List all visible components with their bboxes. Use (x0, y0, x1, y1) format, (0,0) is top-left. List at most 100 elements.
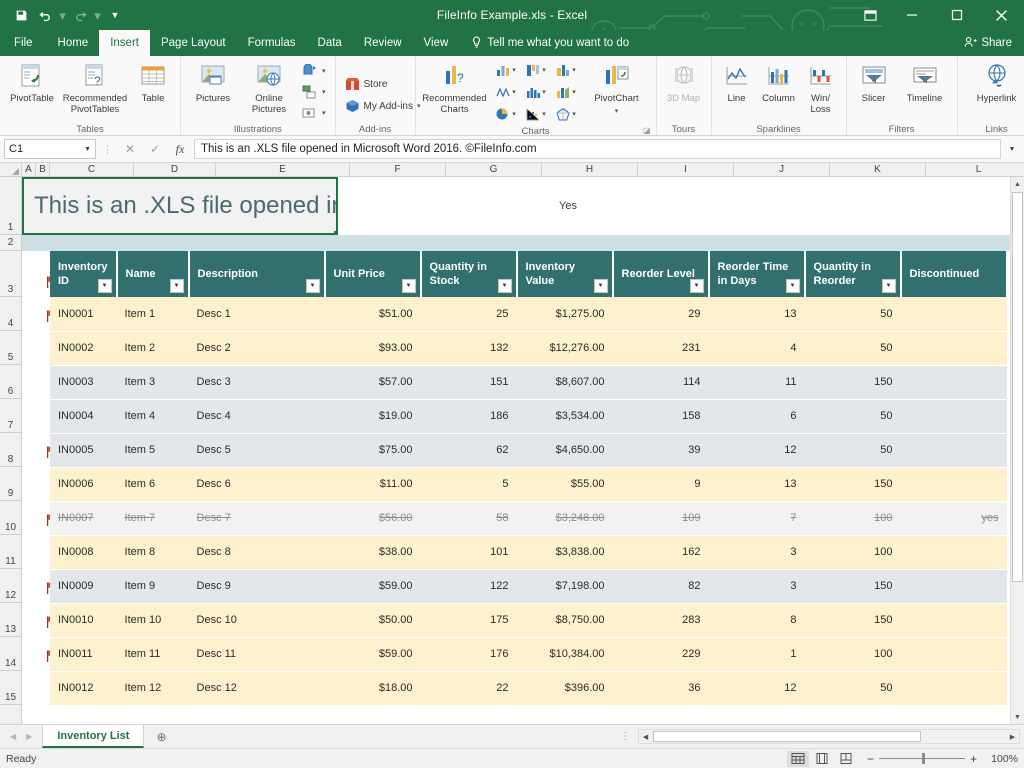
filter-dropdown-quantity-in-stock[interactable]: ▼ (498, 279, 512, 293)
confirm-entry-button[interactable]: ✓ (144, 139, 166, 159)
column-name[interactable]: Name▼ (117, 251, 189, 297)
cell-unit-price-8[interactable]: $38.00 (325, 535, 421, 569)
cell-inventory-value-5[interactable]: $4,650.00 (517, 433, 613, 467)
cell-discontinued-7[interactable]: yes (901, 501, 1007, 535)
cell-name-7[interactable]: Item 7 (117, 501, 189, 535)
sparkline-winloss-button[interactable]: Win/ Loss (801, 59, 841, 117)
cell-name-8[interactable]: Item 8 (117, 535, 189, 569)
cell-reorder-level-1[interactable]: 29 (613, 297, 709, 331)
share-button[interactable]: Share (964, 30, 1024, 56)
cell-quantity-in-stock-12[interactable]: 22 (421, 671, 517, 705)
cell-quantity-in-stock-4[interactable]: 186 (421, 399, 517, 433)
close-icon[interactable] (979, 0, 1024, 30)
filter-dropdown-inventory-value[interactable]: ▼ (594, 279, 608, 293)
cell-name-5[interactable]: Item 5 (117, 433, 189, 467)
table-row[interactable]: IN0005Item 5Desc 5$75.0062$4,650.0039125… (50, 433, 1007, 467)
filter-dropdown-inventory-id[interactable]: ▼ (98, 279, 112, 293)
cell-inventory-value-2[interactable]: $12,276.00 (517, 331, 613, 365)
cell-reorder-level-4[interactable]: 158 (613, 399, 709, 433)
column-header-I[interactable]: I (638, 163, 734, 177)
bar-chart-button[interactable]: ▾ (521, 63, 551, 77)
cell-reorder-time-in-days-5[interactable]: 12 (709, 433, 805, 467)
cell-unit-price-5[interactable]: $75.00 (325, 433, 421, 467)
hierarchy-chart-button[interactable]: ▾ (551, 63, 581, 77)
column-header-L[interactable]: L (926, 163, 1024, 177)
ribbon-display-options-icon[interactable] (851, 0, 889, 30)
hierarchy-chart-caret-icon[interactable]: ▾ (572, 66, 576, 74)
column-header-A[interactable]: A (22, 163, 36, 177)
row-header-12[interactable]: 12 (0, 569, 22, 603)
zoom-track[interactable] (879, 758, 965, 759)
cell-discontinued-9[interactable] (901, 569, 1007, 603)
undo-icon[interactable] (34, 4, 56, 26)
cell-reorder-level-6[interactable]: 9 (613, 467, 709, 501)
filter-dropdown-unit-price[interactable]: ▼ (402, 279, 416, 293)
cell-name-12[interactable]: Item 12 (117, 671, 189, 705)
cell-description-9[interactable]: Desc 9 (189, 569, 325, 603)
customize-qat-icon[interactable]: ▼ (104, 4, 126, 26)
cell-description-1[interactable]: Desc 1 (189, 297, 325, 331)
cell-reorder-level-3[interactable]: 114 (613, 365, 709, 399)
waterfall-chart-caret-icon[interactable]: ▾ (512, 88, 516, 96)
row-header-1[interactable]: 1 (0, 177, 22, 235)
cell-discontinued-2[interactable] (901, 331, 1007, 365)
screenshot-caret-icon[interactable]: ▾ (322, 109, 326, 117)
table-row[interactable]: IN0004Item 4Desc 4$19.00186$3,534.001586… (50, 399, 1007, 433)
cell-inventory-id-3[interactable]: IN0003 (50, 365, 117, 399)
combo-chart-caret-icon[interactable]: ▾ (572, 88, 576, 96)
filter-dropdown-quantity-in-reorder[interactable]: ▼ (882, 279, 896, 293)
screenshot-button[interactable]: ▾ (298, 103, 330, 123)
cell-name-3[interactable]: Item 3 (117, 365, 189, 399)
cell-reorder-level-7[interactable]: 109 (613, 501, 709, 535)
row-header-8[interactable]: 8 (0, 433, 22, 467)
slicer-button[interactable]: Slicer (852, 59, 896, 106)
vertical-scroll-thumb[interactable] (1012, 192, 1023, 582)
column-quantity-in-stock[interactable]: Quantity in Stock▼ (421, 251, 517, 297)
pictures-button[interactable]: Pictures (186, 59, 240, 106)
bar-chart-caret-icon[interactable]: ▾ (542, 66, 546, 74)
statistic-chart-button[interactable]: ▾ (521, 85, 551, 99)
cell-quantity-in-stock-6[interactable]: 5 (421, 467, 517, 501)
minimize-icon[interactable] (889, 0, 934, 30)
cell-description-6[interactable]: Desc 6 (189, 467, 325, 501)
cell-name-4[interactable]: Item 4 (117, 399, 189, 433)
row-header-7[interactable]: 7 (0, 399, 22, 433)
cell-quantity-in-stock-9[interactable]: 122 (421, 569, 517, 603)
column-header-C[interactable]: C (50, 163, 134, 177)
cell-reorder-level-9[interactable]: 82 (613, 569, 709, 603)
ribbon-tab-data[interactable]: Data (307, 30, 353, 56)
maximize-icon[interactable] (934, 0, 979, 30)
scroll-left-icon[interactable]: ◀ (639, 730, 652, 743)
online-pictures-button[interactable]: Online Pictures (242, 59, 296, 117)
row-header-5[interactable]: 5 (0, 331, 22, 365)
row-header-10[interactable]: 10 (0, 501, 22, 535)
cell-name-2[interactable]: Item 2 (117, 331, 189, 365)
cell-unit-price-6[interactable]: $11.00 (325, 467, 421, 501)
select-all-corner[interactable] (0, 163, 22, 177)
shapes-caret-icon[interactable]: ▾ (322, 67, 326, 75)
table-row[interactable]: IN0010Item 10Desc 10$50.00175$8,750.0028… (50, 603, 1007, 637)
column-description[interactable]: Description▼ (189, 251, 325, 297)
column-header-E[interactable]: E (216, 163, 350, 177)
table-row[interactable]: IN0006Item 6Desc 6$11.005$55.00913150 (50, 467, 1007, 501)
column-inventory-id[interactable]: Inventory ID▼ (50, 251, 117, 297)
my-addins-button[interactable]: My Add-ins ▾ (341, 96, 425, 116)
cell-description-8[interactable]: Desc 8 (189, 535, 325, 569)
scroll-split-handle[interactable]: ⋮ (616, 731, 634, 742)
column-header-J[interactable]: J (734, 163, 830, 177)
cell-inventory-id-1[interactable]: IN0001 (50, 297, 117, 331)
cell-description-4[interactable]: Desc 4 (189, 399, 325, 433)
pie-chart-caret-icon[interactable]: ▾ (512, 110, 516, 118)
cell-discontinued-4[interactable] (901, 399, 1007, 433)
row-header-14[interactable]: 14 (0, 637, 22, 671)
redo-dropdown-icon[interactable]: ▾ (93, 4, 102, 26)
column-header-K[interactable]: K (830, 163, 926, 177)
cell-name-6[interactable]: Item 6 (117, 467, 189, 501)
sparkline-column-button[interactable]: Column (759, 59, 799, 106)
cell-unit-price-9[interactable]: $59.00 (325, 569, 421, 603)
cell-inventory-value-6[interactable]: $55.00 (517, 467, 613, 501)
cell-quantity-in-reorder-11[interactable]: 100 (805, 637, 901, 671)
cell-discontinued-1[interactable] (901, 297, 1007, 331)
cell-description-5[interactable]: Desc 5 (189, 433, 325, 467)
column-quantity-in-reorder[interactable]: Quantity in Reorder▼ (805, 251, 901, 297)
